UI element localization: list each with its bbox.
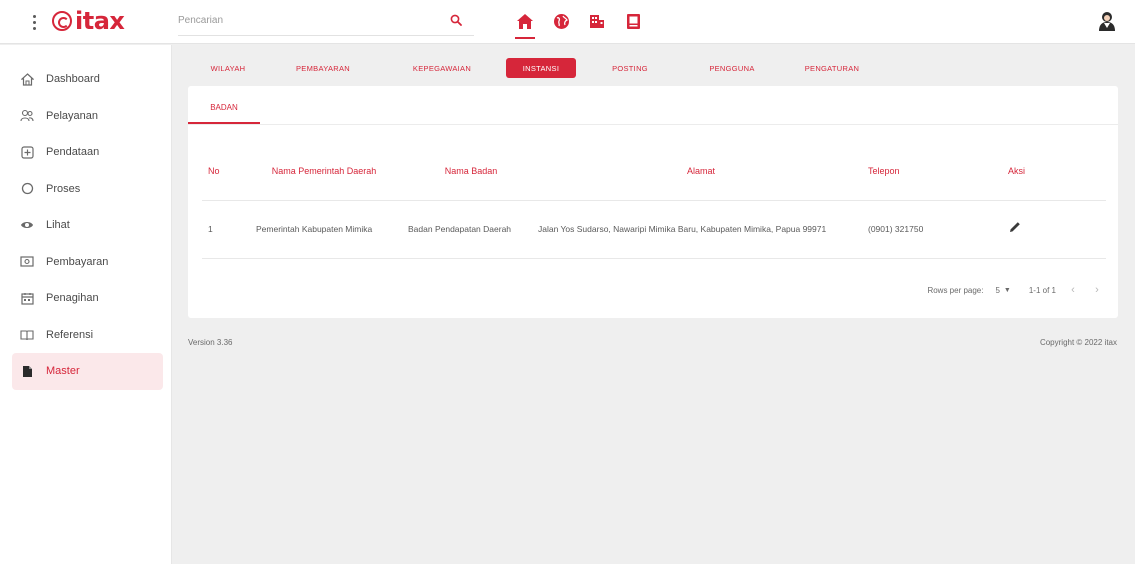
badan-table: No Nama Pemerintah Daerah Nama Badan Ala… [202,144,1106,259]
sidebar-item-pelayanan[interactable]: Pelayanan [12,98,163,135]
tab-posting[interactable]: POSTING [576,58,684,78]
tab-pembayaran[interactable]: PEMBAYARAN [268,58,378,78]
instansi-card: BADAN No Nama Pemerintah Daerah Nama Bad… [188,86,1118,318]
sidebar-item-label: Referensi [46,328,94,341]
cell-telepon: (0901) 321750 [864,200,996,259]
user-avatar-icon[interactable] [1095,9,1119,33]
cell-pemda: Pemerintah Kabupaten Mimika [242,200,392,259]
column-header-no[interactable]: No [202,144,242,201]
building-icon [590,15,604,28]
sidebar-item-label: Pelayanan [46,109,98,122]
more-menu-icon[interactable] [28,9,40,35]
eye-icon [20,218,34,232]
sidebar-item-label: Dashboard [46,73,100,86]
pagination: Rows per page: 5 ▼ 1-1 of 1 ‹ › [927,280,1104,300]
cash-icon [20,255,34,269]
column-header-alamat[interactable]: Alamat [534,144,864,201]
edit-pencil-icon[interactable] [1008,220,1022,234]
table-header-row: No Nama Pemerintah Daerah Nama Badan Ala… [202,144,1106,201]
file-icon [20,364,34,378]
subtab-divider [188,124,1118,125]
users-icon [20,109,34,123]
column-header-telepon[interactable]: Telepon [864,144,996,201]
cell-aksi [996,200,1106,259]
caret-down-icon: ▼ [1003,286,1011,294]
globe-icon [553,13,569,29]
sidebar-item-label: Proses [46,182,81,195]
document-icon [626,13,640,29]
sidebar-item-label: Pembayaran [46,255,109,268]
logo-mark-icon [52,11,72,31]
sidebar-item-label: Lihat [46,219,70,232]
top-nav [512,6,646,39]
sidebar-item-label: Pendataan [46,146,100,159]
next-page-icon[interactable]: › [1090,284,1104,296]
sidebar-item-label: Penagihan [46,292,99,305]
master-tabs: WILAYAH PEMBAYARAN KEPEGAWAIAN INSTANSI … [188,56,884,80]
cell-badan: Badan Pendapatan Daerah [392,200,534,259]
app-logo[interactable]: itax [52,6,125,36]
column-header-aksi: Aksi [996,144,1106,201]
tab-pengaturan[interactable]: PENGATURAN [780,58,884,78]
column-header-badan[interactable]: Nama Badan [392,144,534,201]
search-icon[interactable] [450,14,462,26]
cell-no: 1 [202,200,242,259]
topnav-document[interactable] [620,6,646,36]
tab-kepegawaian[interactable]: KEPEGAWAIAN [378,58,506,78]
rows-per-page-select[interactable]: 5 ▼ [993,286,1012,295]
cell-alamat: Jalan Yos Sudarso, Nawaripi Mimika Baru,… [534,200,864,259]
sidebar-item-dashboard[interactable]: Dashboard [12,61,163,98]
sidebar-item-pembayaran[interactable]: Pembayaran [12,244,163,281]
topnav-building[interactable] [584,6,610,36]
circle-icon [20,182,34,196]
rows-per-page-label: Rows per page: [927,285,984,295]
version-text: Version 3.36 [188,338,233,347]
home-icon [517,13,533,29]
home-outline-icon [20,72,34,86]
subtab-badan[interactable]: BADAN [188,92,260,124]
tab-instansi[interactable]: INSTANSI [506,58,576,78]
sidebar-item-proses[interactable]: Proses [12,171,163,208]
sidebar-item-lihat[interactable]: Lihat [12,207,163,244]
top-bar: itax [0,0,1135,44]
calendar-icon [20,291,34,305]
table-row: 1 Pemerintah Kabupaten Mimika Badan Pend… [202,200,1106,259]
sidebar-item-label: Master [46,365,80,378]
rows-per-page-value: 5 [995,285,1000,295]
sidebar-item-referensi[interactable]: Referensi [12,317,163,354]
search-box [178,6,474,36]
topnav-globe[interactable] [548,6,574,36]
tab-wilayah[interactable]: WILAYAH [188,58,268,78]
sidebar-item-penagihan[interactable]: Penagihan [12,280,163,317]
column-header-pemda[interactable]: Nama Pemerintah Daerah [242,144,392,201]
sidebar-item-pendataan[interactable]: Pendataan [12,134,163,171]
logo-text: itax [75,7,125,35]
sidebar-item-master[interactable]: Master [12,353,163,390]
tab-pengguna[interactable]: PENGGUNA [684,58,780,78]
sidebar: Dashboard Pelayanan Pendataan Proses Lih… [0,45,172,564]
topnav-home[interactable] [512,6,538,39]
book-icon [20,328,34,342]
prev-page-icon[interactable]: ‹ [1066,284,1080,296]
page-range: 1-1 of 1 [1028,285,1056,295]
copyright-text: Copyright © 2022 itax [1039,338,1117,347]
search-input[interactable] [178,15,438,26]
plus-box-icon [20,145,34,159]
